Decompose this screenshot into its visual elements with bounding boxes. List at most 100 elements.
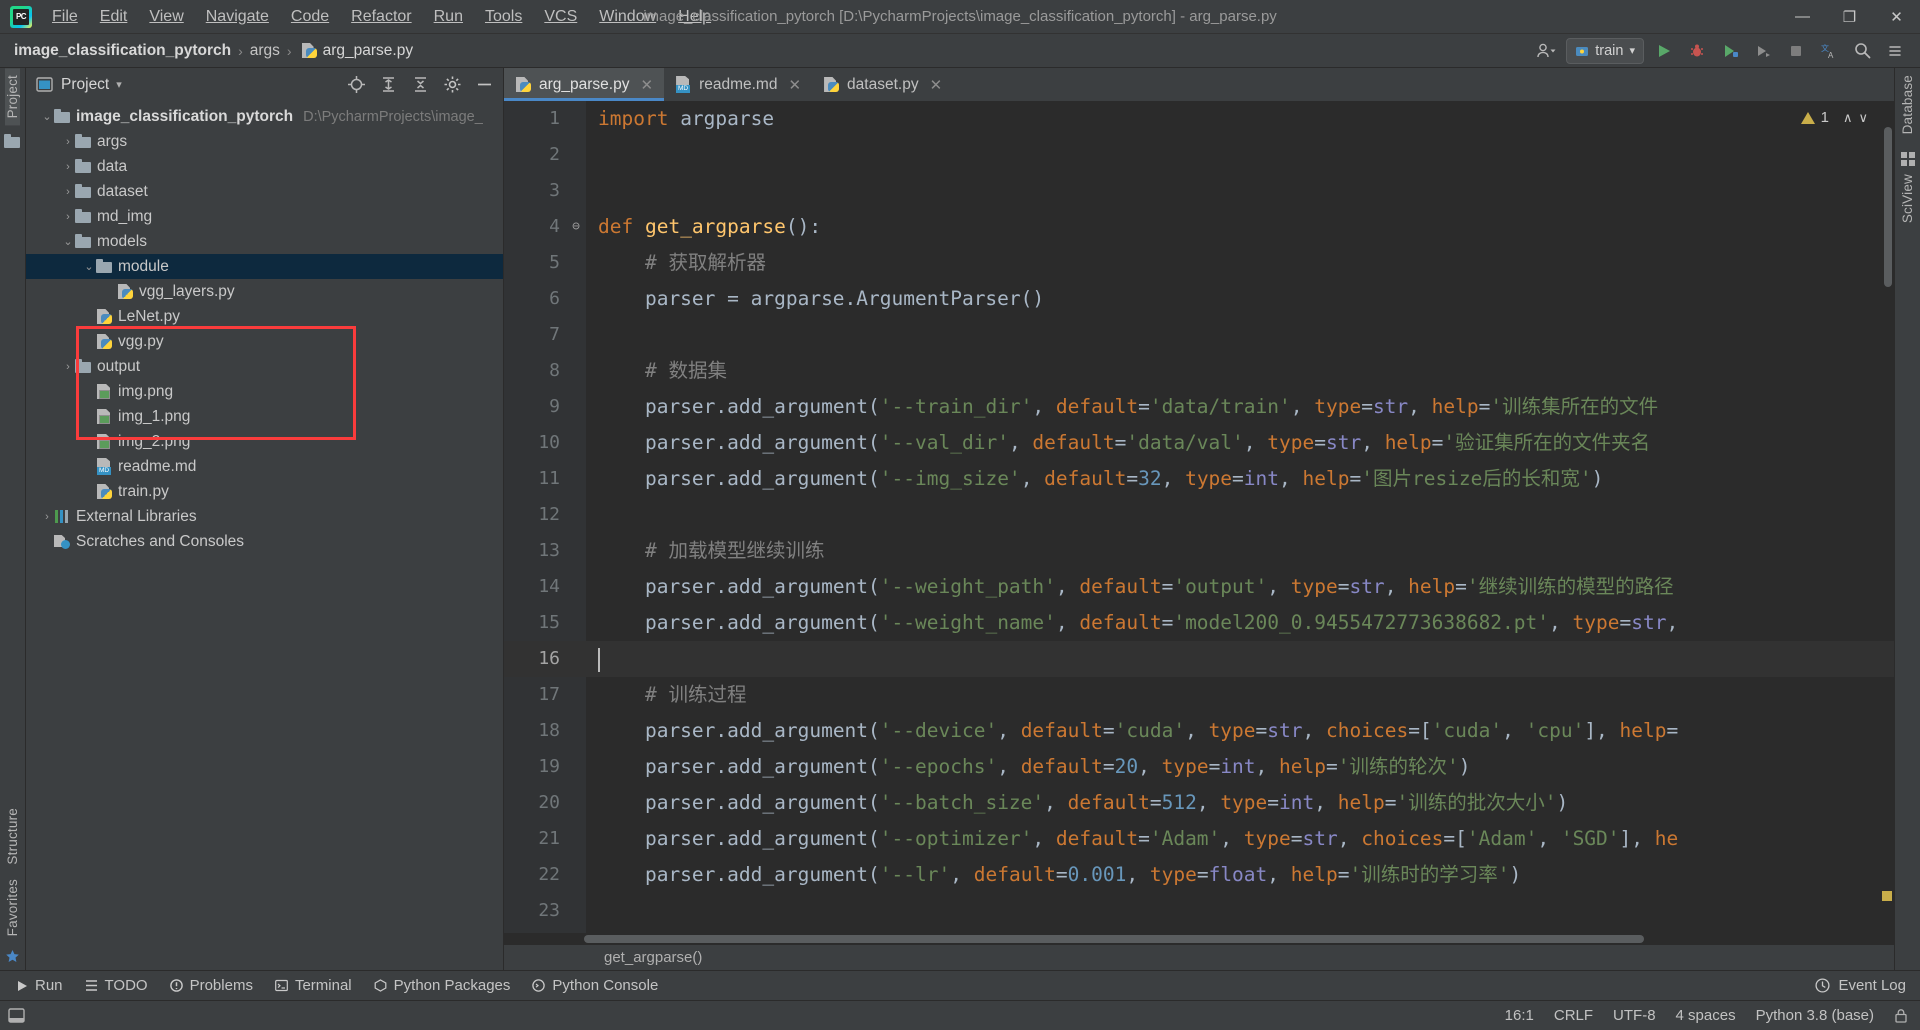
settings-gear-icon[interactable] — [439, 72, 465, 98]
maximize-button[interactable]: ❐ — [1826, 0, 1873, 34]
chevron-right-icon[interactable]: › — [61, 361, 75, 373]
code-line-2[interactable]: 2 — [504, 137, 1894, 173]
vertical-scrollbar[interactable] — [1884, 127, 1892, 287]
code-line-4[interactable]: 4 ⊖ def get_argparse(): — [504, 209, 1894, 245]
locate-icon[interactable] — [343, 72, 369, 98]
menu-item-help[interactable]: Help — [667, 3, 722, 31]
tree-item-scratches-and-consoles[interactable]: Scratches and Consoles — [26, 529, 503, 554]
line-separator[interactable]: CRLF — [1554, 1007, 1593, 1024]
chevron-right-icon[interactable]: › — [61, 186, 75, 198]
tool-window-terminal[interactable]: Terminal — [265, 974, 362, 997]
code-line-23[interactable]: 23 — [504, 893, 1894, 929]
menu-bar[interactable]: File Edit View Navigate Code Refactor Ru… — [41, 3, 722, 31]
hide-panel-icon[interactable] — [471, 72, 497, 98]
coverage-icon[interactable] — [1717, 38, 1743, 64]
code-line-9[interactable]: 9 parser.add_argument('--train_dir', def… — [504, 389, 1894, 425]
sidebar-item-sciview[interactable]: SciView — [1900, 167, 1915, 230]
breadcrumb-folder[interactable]: args — [250, 42, 280, 60]
breadcrumb-project[interactable]: image_classification_pytorch — [14, 42, 231, 60]
chevron-down-icon[interactable]: ▾ — [116, 78, 122, 91]
tree-item-train-py[interactable]: train.py — [26, 479, 503, 504]
code-line-18[interactable]: 18 parser.add_argument('--device', defau… — [504, 713, 1894, 749]
menu-item-file[interactable]: File — [41, 3, 89, 31]
editor-tab-bar[interactable]: arg_parse.py ✕ readme.md ✕ dataset.py ✕ — [504, 68, 1894, 101]
menu-item-refactor[interactable]: Refactor — [340, 3, 422, 31]
code-line-19[interactable]: 19 parser.add_argument('--epochs', defau… — [504, 749, 1894, 785]
editor-bottom-breadcrumb[interactable]: get_argparse() — [504, 944, 1894, 970]
tree-item-output[interactable]: › output — [26, 354, 503, 379]
run-configuration-selector[interactable]: train ▾ — [1566, 37, 1644, 64]
close-icon[interactable]: ✕ — [930, 76, 943, 94]
horizontal-scrollbar-thumb[interactable] — [584, 935, 1644, 943]
code-editor[interactable]: 1 import argparse 2 3 4 ⊖ def get_argparse(): 5… — [504, 101, 1894, 944]
tree-item-img-1-png[interactable]: img_1.png — [26, 404, 503, 429]
code-line-16[interactable]: 16 — [504, 641, 1894, 677]
debug-icon[interactable] — [1684, 38, 1710, 64]
horizontal-scrollbar-track[interactable] — [504, 933, 1894, 944]
fold-marker-icon[interactable]: ⊖ — [566, 209, 586, 245]
menu-item-view[interactable]: View — [138, 3, 194, 31]
tree-item-args[interactable]: › args — [26, 129, 503, 154]
menu-item-code[interactable]: Code — [280, 3, 340, 31]
stop-icon[interactable] — [1783, 38, 1809, 64]
sidebar-item-structure[interactable]: Structure — [5, 801, 20, 872]
tool-window-todo[interactable]: TODO — [75, 974, 158, 997]
chevron-down-icon[interactable]: ⌄ — [61, 235, 75, 248]
close-icon[interactable]: ✕ — [640, 76, 653, 94]
user-avatar-icon[interactable] — [1533, 38, 1559, 64]
more-options-icon[interactable] — [1882, 38, 1908, 64]
sidebar-item-favorites[interactable]: Favorites — [5, 872, 20, 943]
tree-item-module[interactable]: ⌄ module — [26, 254, 503, 279]
code-line-10[interactable]: 10 parser.add_argument('--val_dir', defa… — [504, 425, 1894, 461]
code-line-7[interactable]: 7 — [504, 317, 1894, 353]
chevron-up-icon[interactable]: ∧ — [1843, 110, 1853, 126]
code-line-21[interactable]: 21 parser.add_argument('--optimizer', de… — [504, 821, 1894, 857]
code-line-13[interactable]: 13 # 加载模型继续训练 — [504, 533, 1894, 569]
tree-item-img-2-png[interactable]: img_2.png — [26, 429, 503, 454]
run-icon[interactable] — [1651, 38, 1677, 64]
tool-window-python-console[interactable]: Python Console — [522, 974, 668, 997]
tree-item-lenet-py[interactable]: LeNet.py — [26, 304, 503, 329]
tree-item-image-classification-pytorch[interactable]: ⌄ image_classification_pytorch D:\PycharmP… — [26, 104, 503, 129]
search-icon[interactable] — [1849, 38, 1875, 64]
editor-tab-dataset-py[interactable]: dataset.py ✕ — [812, 68, 953, 101]
code-line-14[interactable]: 14 parser.add_argument('--weight_path', … — [504, 569, 1894, 605]
indent-setting[interactable]: 4 spaces — [1676, 1007, 1736, 1024]
file-encoding[interactable]: UTF-8 — [1613, 1007, 1656, 1024]
code-line-17[interactable]: 17 # 训练过程 — [504, 677, 1894, 713]
code-lines[interactable]: 1 import argparse 2 3 4 ⊖ def get_argparse(): 5… — [504, 101, 1894, 929]
menu-item-tools[interactable]: Tools — [474, 3, 533, 31]
layout-toggle-icon[interactable] — [8, 1007, 25, 1024]
close-button[interactable]: ✕ — [1873, 0, 1920, 34]
menu-item-run[interactable]: Run — [423, 3, 474, 31]
breadcrumb-file[interactable]: arg_parse.py — [323, 42, 413, 60]
tree-item-dataset[interactable]: › dataset — [26, 179, 503, 204]
code-line-11[interactable]: 11 parser.add_argument('--img_size', def… — [504, 461, 1894, 497]
tree-item-models[interactable]: ⌄ models — [26, 229, 503, 254]
lock-icon[interactable] — [1894, 1008, 1908, 1023]
tree-item-img-png[interactable]: img.png — [26, 379, 503, 404]
menu-item-navigate[interactable]: Navigate — [195, 3, 280, 31]
code-line-15[interactable]: 15 parser.add_argument('--weight_name', … — [504, 605, 1894, 641]
event-log-button[interactable]: Event Log — [1815, 977, 1920, 994]
chevron-down-icon[interactable]: ∨ — [1858, 110, 1868, 126]
code-line-8[interactable]: 8 # 数据集 — [504, 353, 1894, 389]
close-icon[interactable]: ✕ — [788, 76, 801, 94]
tree-item-md-img[interactable]: › md_img — [26, 204, 503, 229]
chevron-right-icon[interactable]: › — [40, 511, 54, 523]
code-line-5[interactable]: 5 # 获取解析器 — [504, 245, 1894, 281]
tree-item-data[interactable]: › data — [26, 154, 503, 179]
favorites-star-icon[interactable] — [5, 943, 20, 970]
inspection-widget[interactable]: 1 ∧ ∨ — [1800, 109, 1868, 126]
code-line-6[interactable]: 6 parser = argparse.ArgumentParser() — [504, 281, 1894, 317]
error-stripe-marker[interactable] — [1882, 891, 1892, 901]
translate-icon[interactable]: 文A — [1816, 38, 1842, 64]
tree-item-vgg-layers-py[interactable]: vgg_layers.py — [26, 279, 503, 304]
chevron-right-icon[interactable]: › — [61, 211, 75, 223]
code-line-3[interactable]: 3 — [504, 173, 1894, 209]
minimize-button[interactable]: — — [1779, 0, 1826, 34]
project-tree[interactable]: ⌄ image_classification_pytorch D:\PycharmP… — [26, 101, 503, 970]
menu-item-vcs[interactable]: VCS — [533, 3, 588, 31]
tree-item-vgg-py[interactable]: vgg.py — [26, 329, 503, 354]
expand-all-icon[interactable] — [375, 72, 401, 98]
